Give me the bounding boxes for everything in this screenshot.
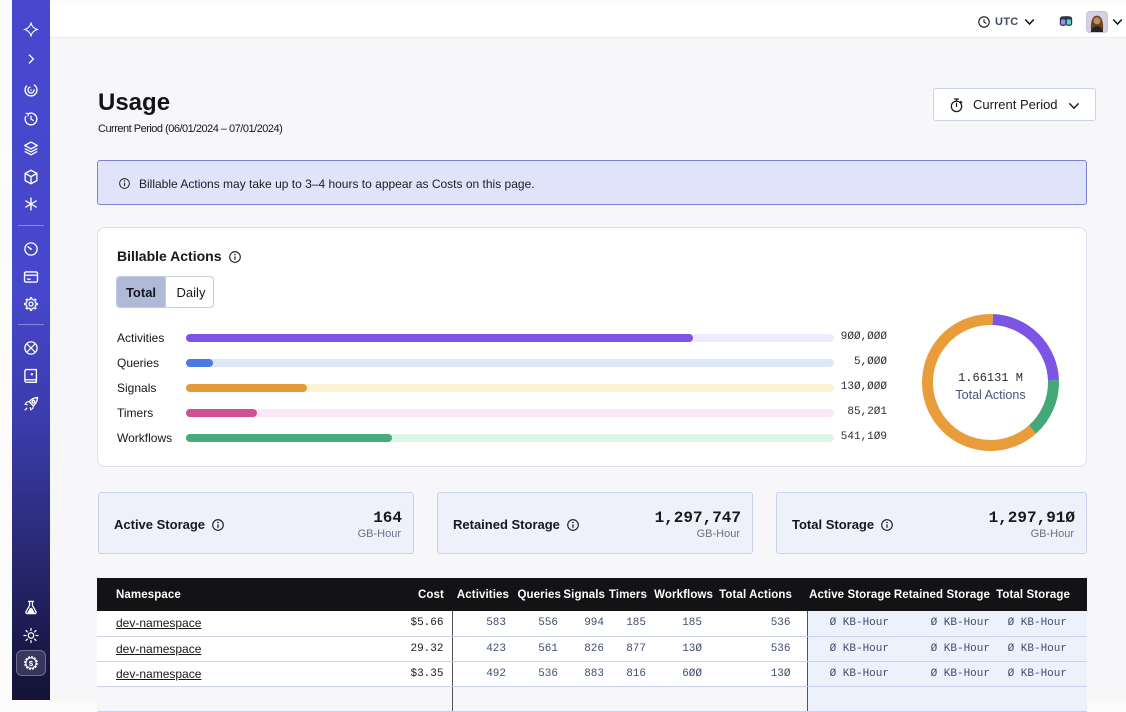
svg-text:$: $ xyxy=(29,659,34,668)
